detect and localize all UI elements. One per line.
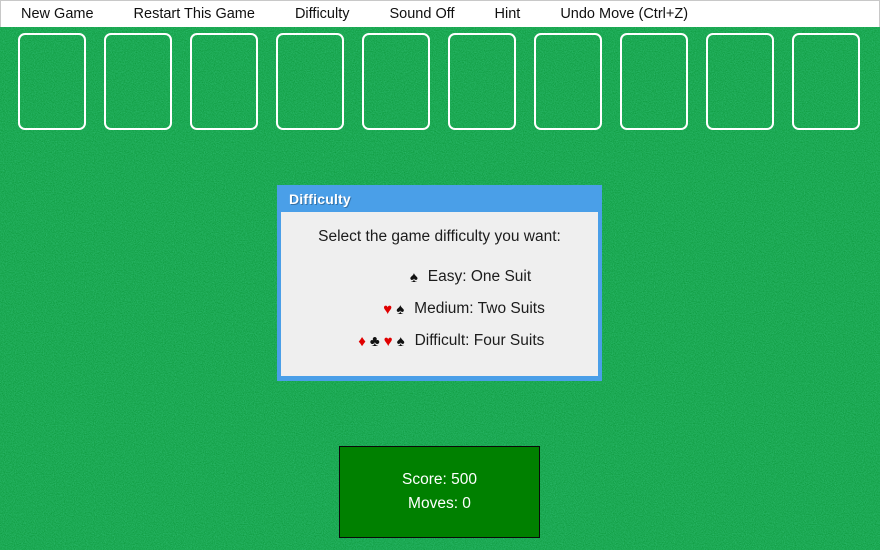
card-slot-6[interactable] bbox=[448, 33, 516, 130]
score-value-label: Score: 500 bbox=[402, 471, 477, 488]
difficulty-option-label: Medium: Two Suits bbox=[414, 300, 545, 317]
score-panel: Score: 500 Moves: 0 bbox=[339, 446, 540, 538]
difficulty-option-label: Difficult: Four Suits bbox=[414, 332, 545, 349]
menu-restart-this-game[interactable]: Restart This Game bbox=[134, 1, 255, 28]
menu-sound-off[interactable]: Sound Off bbox=[389, 1, 454, 28]
spider-solitaire-window: New Game Restart This Game Difficulty Sound… bbox=[0, 0, 880, 550]
card-slot-10[interactable] bbox=[792, 33, 860, 130]
difficulty-dialog: Difficulty Select the game difficulty yo… bbox=[277, 185, 602, 381]
dialog-titlebar: Difficulty bbox=[281, 185, 598, 212]
menu-difficulty[interactable]: Difficulty bbox=[295, 1, 350, 28]
suit-icons: ♥ ♠ bbox=[334, 302, 404, 317]
heart-icon: ♥ bbox=[383, 300, 393, 318]
diamond-icon: ♦ bbox=[358, 332, 366, 350]
suit-icons: ♦ ♣ ♥ ♠ bbox=[335, 332, 405, 350]
spade-icon: ♠ bbox=[396, 332, 405, 350]
menu-bar: New Game Restart This Game Difficulty Sound… bbox=[0, 0, 880, 27]
card-slot-4[interactable] bbox=[276, 33, 344, 130]
dialog-prompt-text: Select the game difficulty you want: bbox=[318, 228, 561, 245]
moves-value-label: Moves: 0 bbox=[408, 495, 471, 512]
club-icon: ♣ bbox=[369, 332, 380, 350]
card-slot-5[interactable] bbox=[362, 33, 430, 130]
card-slot-3[interactable] bbox=[190, 33, 258, 130]
difficulty-option-medium[interactable]: ♥ ♠ Medium: Two Suits bbox=[281, 298, 598, 320]
menu-undo-move[interactable]: Undo Move (Ctrl+Z) bbox=[560, 1, 688, 28]
difficulty-option-difficult[interactable]: ♦ ♣ ♥ ♠ Difficult: Four Suits bbox=[281, 330, 598, 352]
spade-icon: ♠ bbox=[396, 300, 405, 318]
card-slot-8[interactable] bbox=[620, 33, 688, 130]
spade-icon: ♠ bbox=[409, 268, 418, 286]
heart-icon: ♥ bbox=[383, 332, 393, 350]
difficulty-option-list: ♠ Easy: One Suit ♥ ♠ Medium: Two Suits ♦ ♣ ♥ ♠ Di… bbox=[281, 266, 598, 352]
dialog-title: Difficulty bbox=[289, 190, 351, 207]
difficulty-option-easy[interactable]: ♠ Easy: One Suit bbox=[281, 266, 598, 288]
difficulty-option-label: Easy: One Suit bbox=[427, 268, 532, 285]
menu-new-game[interactable]: New Game bbox=[21, 1, 94, 28]
menu-hint[interactable]: Hint bbox=[495, 1, 521, 28]
dialog-body: Select the game difficulty you want: ♠ Ea… bbox=[281, 212, 598, 376]
card-slot-2[interactable] bbox=[104, 33, 172, 130]
suit-icons: ♠ bbox=[348, 270, 418, 285]
card-slot-9[interactable] bbox=[706, 33, 774, 130]
card-slot-7[interactable] bbox=[534, 33, 602, 130]
card-slot-1[interactable] bbox=[18, 33, 86, 130]
